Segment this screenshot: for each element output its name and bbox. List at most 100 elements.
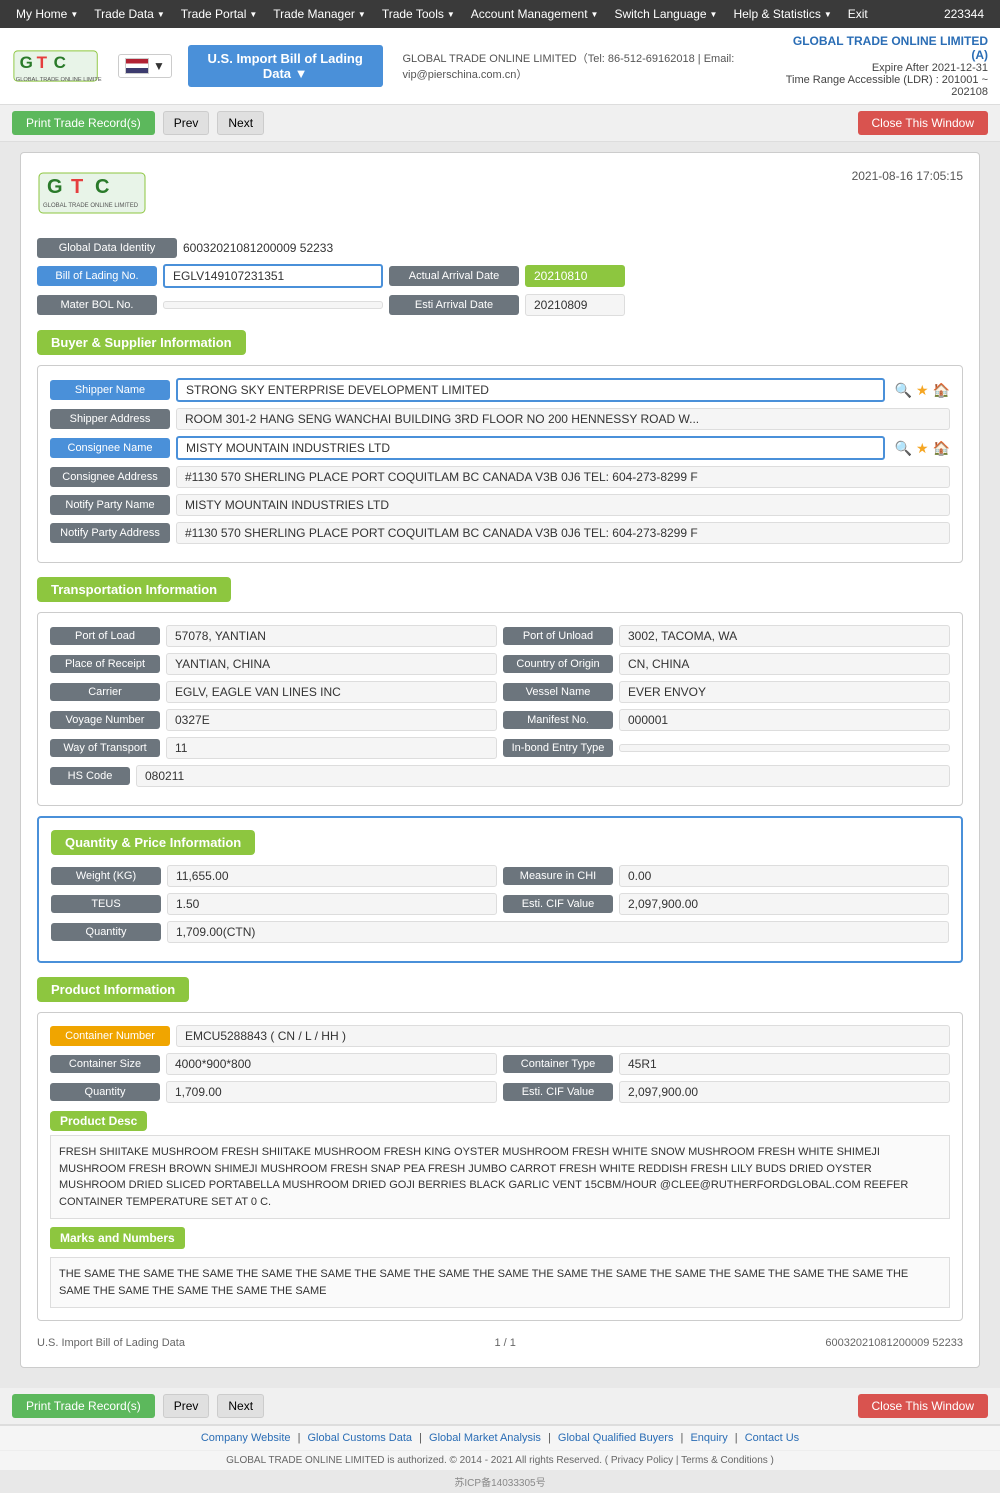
transportation-title: Transportation Information [37, 577, 231, 602]
nav-trade-tools[interactable]: Trade Tools ▼ [374, 7, 463, 21]
shipper-address-value: ROOM 301-2 HANG SENG WANCHAI BUILDING 3R… [176, 408, 950, 430]
esti-cif-value: 2,097,900.00 [619, 893, 949, 915]
way-of-transport-value: 11 [166, 737, 497, 759]
nav-account-management[interactable]: Account Management ▼ [463, 7, 607, 21]
chevron-icon: ▼ [824, 10, 832, 19]
product-quantity-value: 1,709.00 [166, 1081, 497, 1103]
voyage-number-value: 0327E [166, 709, 497, 731]
header-bar: G T C GLOBAL TRADE ONLINE LIMITED ▼ U.S.… [0, 28, 1000, 105]
expire-date: Expire After 2021-12-31 [779, 62, 988, 74]
nav-switch-language[interactable]: Switch Language ▼ [606, 7, 725, 21]
global-data-identity-row: Global Data Identity 60032021081200009 5… [37, 238, 963, 258]
transport-bond-row: Way of Transport 11 In-bond Entry Type [50, 737, 950, 759]
chevron-icon: ▼ [358, 10, 366, 19]
container-type-value: 45R1 [619, 1053, 950, 1075]
account-number: 223344 [944, 7, 992, 21]
manifest-no-label: Manifest No. [503, 711, 613, 729]
buyer-supplier-section-header: Buyer & Supplier Information [37, 330, 963, 355]
svg-text:T: T [37, 53, 48, 72]
close-window-button[interactable]: Close This Window [858, 111, 988, 135]
footer-link-contact[interactable]: Contact Us [745, 1432, 799, 1444]
next-button[interactable]: Next [217, 111, 264, 135]
search-icon[interactable]: 🔍 [895, 440, 912, 457]
global-data-identity-label: Global Data Identity [37, 238, 177, 258]
time-range: Time Range Accessible (LDR) : 201001 ~ 2… [779, 74, 988, 98]
account-company-name: GLOBAL TRADE ONLINE LIMITED (A) [779, 34, 988, 62]
footer-copyright: GLOBAL TRADE ONLINE LIMITED is authorize… [0, 1450, 1000, 1470]
star-icon[interactable]: ★ [916, 382, 929, 399]
notify-address-label: Notify Party Address [50, 523, 170, 543]
bol-value: EGLV149107231351 [163, 264, 383, 288]
home-icon[interactable]: 🏠 [933, 382, 950, 399]
close-window-button-bottom[interactable]: Close This Window [858, 1394, 988, 1418]
print-record-button-bottom[interactable]: Print Trade Record(s) [12, 1394, 155, 1418]
measure-value: 0.00 [619, 865, 949, 887]
mater-bol-label: Mater BOL No. [37, 295, 157, 315]
svg-text:C: C [54, 53, 66, 72]
hs-code-label: HS Code [50, 767, 130, 785]
us-flag-icon [125, 58, 149, 74]
teus-value: 1.50 [167, 893, 497, 915]
country-of-origin-label: Country of Origin [503, 655, 613, 673]
nav-trade-data[interactable]: Trade Data ▼ [86, 7, 173, 21]
icp-number: 苏ICP备14033305号 [0, 1470, 1000, 1493]
svg-text:C: C [95, 176, 109, 198]
prev-button[interactable]: Prev [163, 111, 210, 135]
nav-exit[interactable]: Exit [840, 7, 876, 21]
notify-address-row: Notify Party Address #1130 570 SHERLING … [50, 522, 950, 544]
in-bond-value [619, 744, 950, 752]
consignee-name-row: Consignee Name MISTY MOUNTAIN INDUSTRIES… [50, 436, 950, 460]
product-esti-cif-label: Esti. CIF Value [503, 1083, 613, 1101]
quantity-row: Quantity 1,709.00(CTN) [51, 921, 949, 943]
consignee-name-label: Consignee Name [50, 438, 170, 458]
home-icon[interactable]: 🏠 [933, 440, 950, 457]
footer-link-market[interactable]: Global Market Analysis [429, 1432, 541, 1444]
mater-bol-value [163, 301, 383, 309]
port-of-load-label: Port of Load [50, 627, 160, 645]
next-button-bottom[interactable]: Next [217, 1394, 264, 1418]
transportation-section: Port of Load 57078, YANTIAN Port of Unlo… [37, 612, 963, 806]
country-of-origin-value: CN, CHINA [619, 653, 950, 675]
print-record-button[interactable]: Print Trade Record(s) [12, 111, 155, 135]
top-navigation: My Home ▼ Trade Data ▼ Trade Portal ▼ Tr… [0, 0, 1000, 28]
star-icon[interactable]: ★ [916, 440, 929, 457]
notify-name-value: MISTY MOUNTAIN INDUSTRIES LTD [176, 494, 950, 516]
svg-text:G: G [20, 53, 33, 72]
search-icon[interactable]: 🔍 [895, 382, 912, 399]
quantity-value: 1,709.00(CTN) [167, 921, 949, 943]
shipper-address-row: Shipper Address ROOM 301-2 HANG SENG WAN… [50, 408, 950, 430]
carrier-vessel-row: Carrier EGLV, EAGLE VAN LINES INC Vessel… [50, 681, 950, 703]
buyer-supplier-title: Buyer & Supplier Information [37, 330, 246, 355]
flag-selector[interactable]: ▼ [118, 54, 172, 78]
quantity-section-header: Quantity & Price Information [51, 830, 949, 855]
vessel-name-label: Vessel Name [503, 683, 613, 701]
prev-button-bottom[interactable]: Prev [163, 1394, 210, 1418]
nav-trade-portal[interactable]: Trade Portal ▼ [173, 7, 266, 21]
product-desc-content: FRESH SHIITAKE MUSHROOM FRESH SHIITAKE M… [50, 1135, 950, 1219]
record-header: G T C GLOBAL TRADE ONLINE LIMITED 2021-0… [37, 169, 963, 224]
svg-text:T: T [71, 176, 83, 198]
weight-value: 11,655.00 [167, 865, 497, 887]
bil-arrival-row: Bill of Lading No. EGLV149107231351 Actu… [37, 264, 963, 288]
page-info-bar: U.S. Import Bill of Lading Data 1 / 1 60… [37, 1331, 963, 1351]
svg-text:GLOBAL TRADE ONLINE LIMITED: GLOBAL TRADE ONLINE LIMITED [16, 77, 102, 83]
chevron-icon: ▼ [157, 10, 165, 19]
product-desc-header: Product Desc [50, 1111, 950, 1131]
global-data-identity-value: 60032021081200009 52233 [183, 241, 333, 255]
measure-label: Measure in CHI [503, 867, 613, 885]
consignee-address-value: #1130 570 SHERLING PLACE PORT COQUITLAM … [176, 466, 950, 488]
footer-link-buyers[interactable]: Global Qualified Buyers [558, 1432, 674, 1444]
receipt-origin-row: Place of Receipt YANTIAN, CHINA Country … [50, 653, 950, 675]
nav-my-home[interactable]: My Home ▼ [8, 7, 86, 21]
page-record-id: 60032021081200009 52233 [825, 1337, 963, 1349]
shipper-name-label: Shipper Name [50, 380, 170, 400]
footer-link-enquiry[interactable]: Enquiry [690, 1432, 727, 1444]
database-selector[interactable]: U.S. Import Bill of Lading Data ▼ [188, 45, 383, 87]
nav-help-statistics[interactable]: Help & Statistics ▼ [725, 7, 839, 21]
footer-link-customs[interactable]: Global Customs Data [308, 1432, 413, 1444]
footer-link-company[interactable]: Company Website [201, 1432, 291, 1444]
record-card: G T C GLOBAL TRADE ONLINE LIMITED 2021-0… [20, 152, 980, 1368]
nav-trade-manager[interactable]: Trade Manager ▼ [265, 7, 374, 21]
voyage-number-label: Voyage Number [50, 711, 160, 729]
marks-label: Marks and Numbers [50, 1227, 185, 1249]
